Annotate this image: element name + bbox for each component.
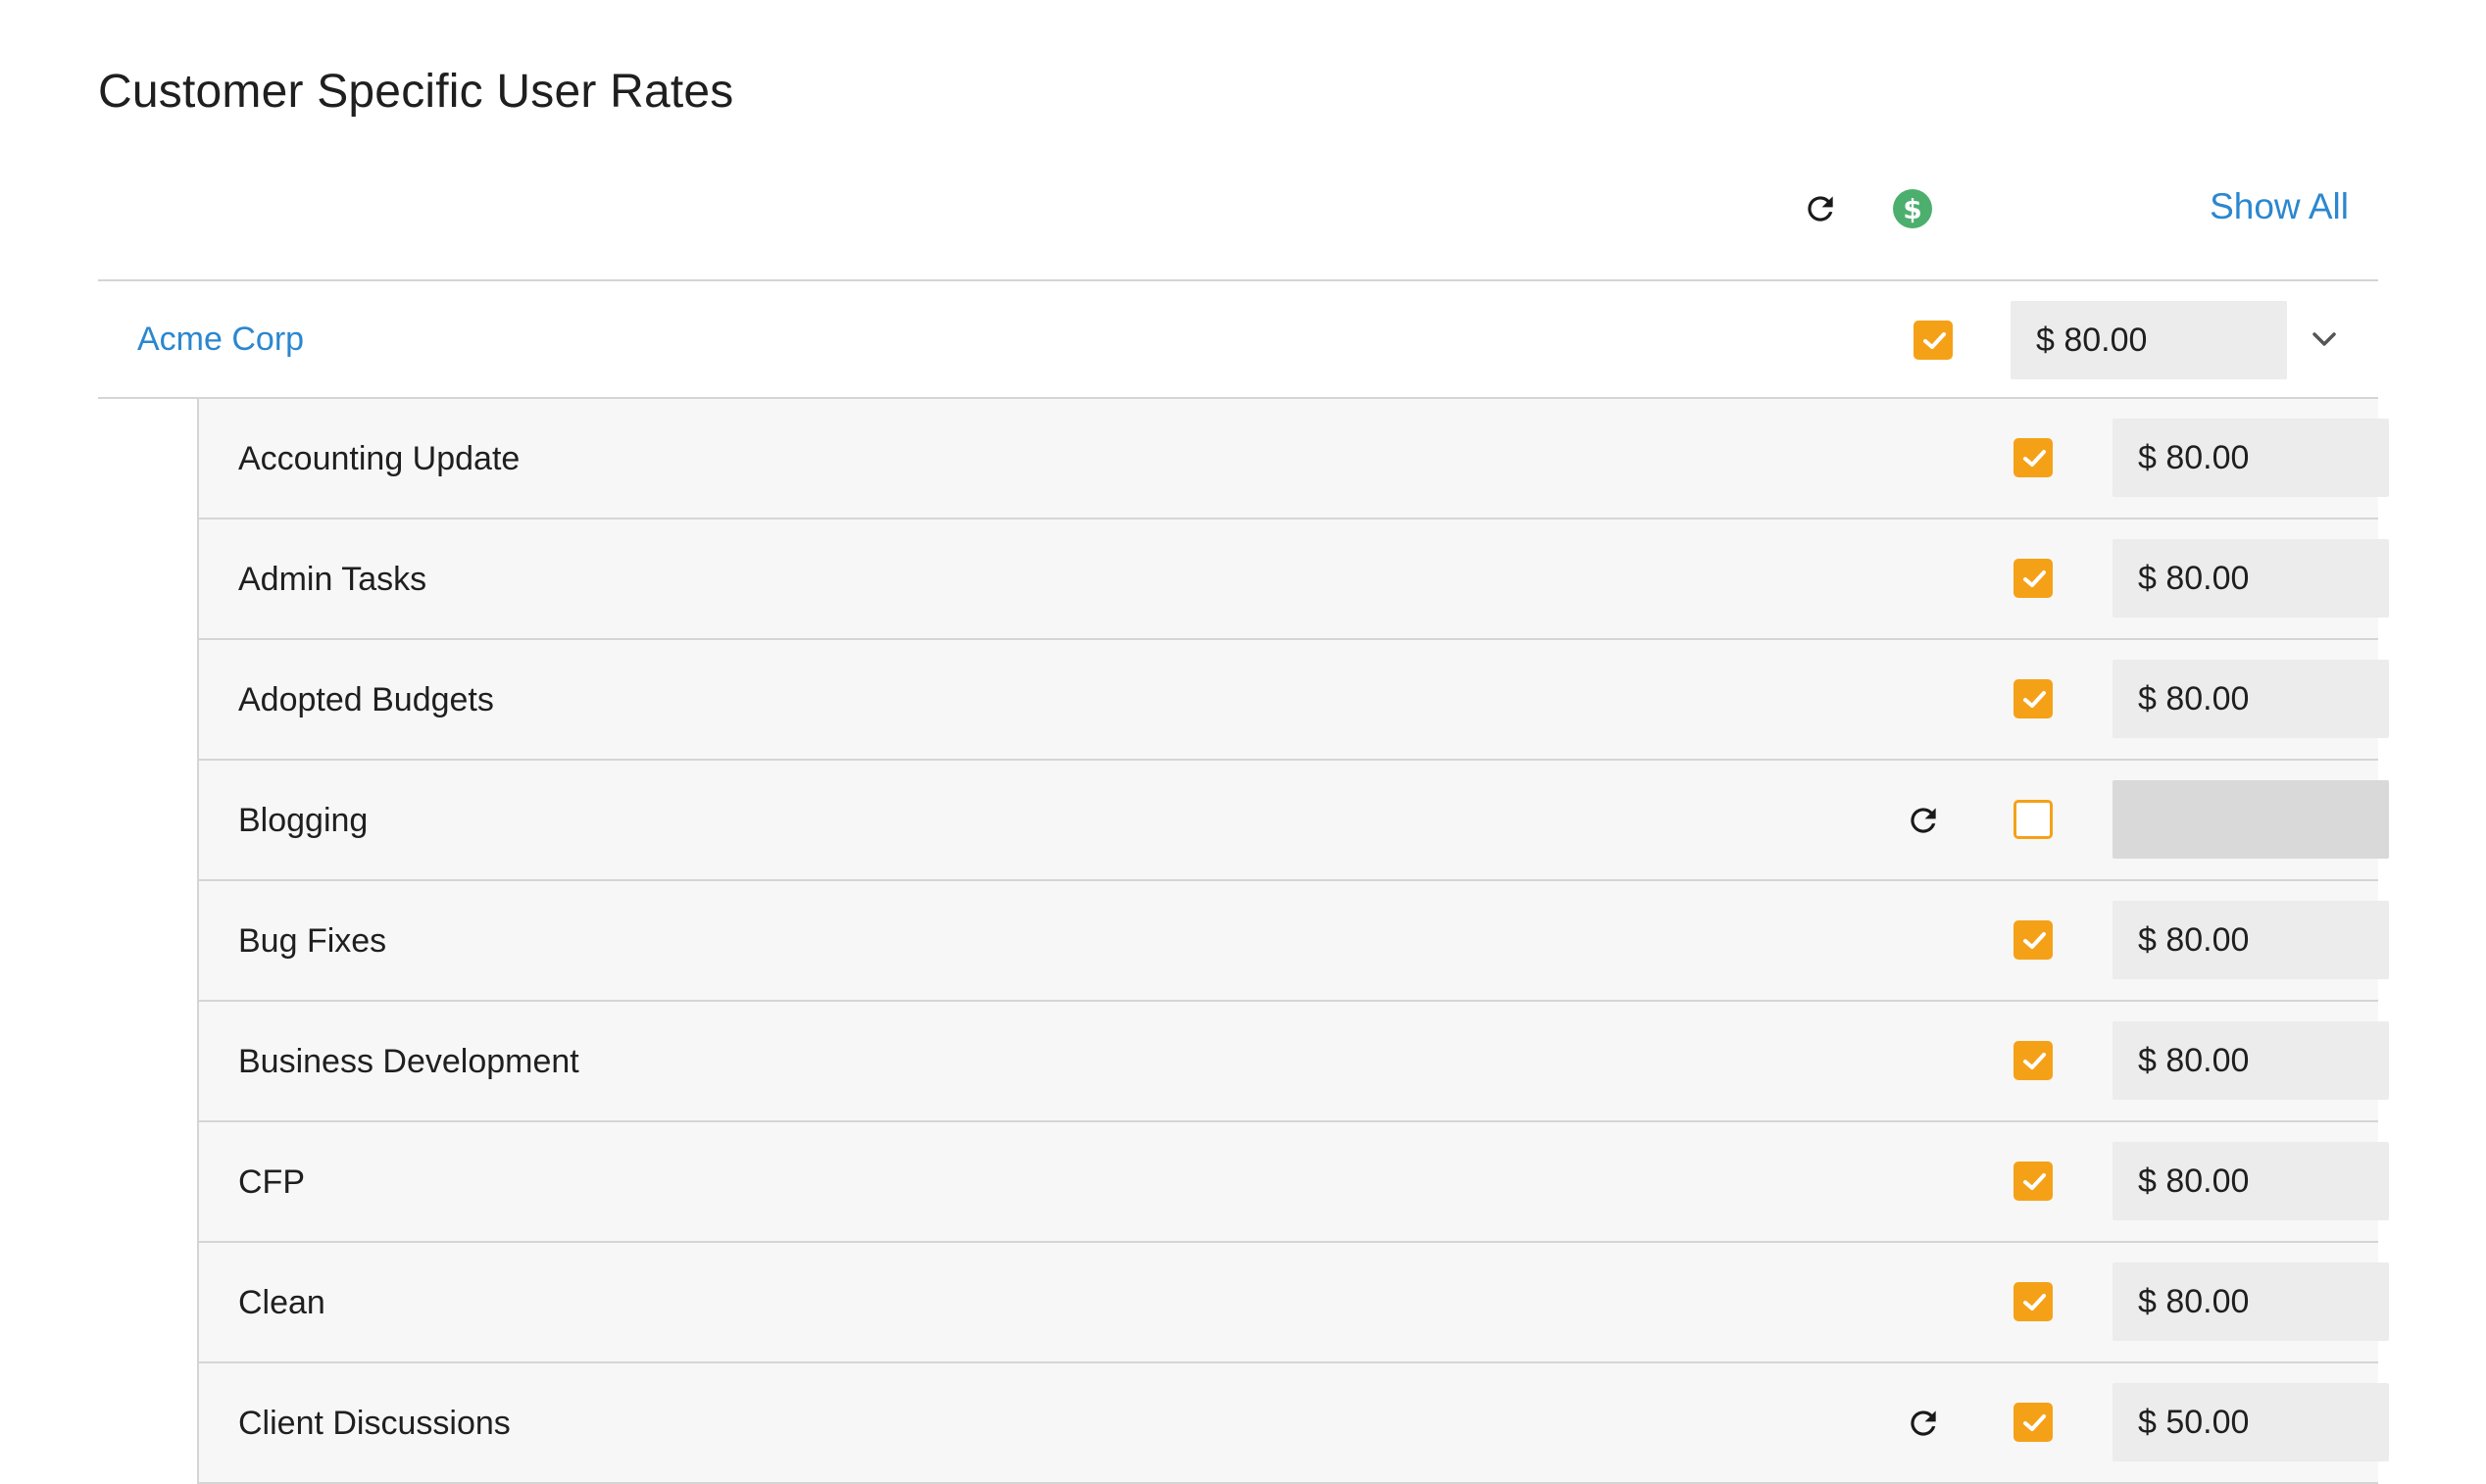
customer-billable-checkbox[interactable] [1914,321,1953,360]
task-row[interactable]: Adopted Budgets $ 80.00 [199,640,2389,761]
task-rate-list: Accounting Update $ 80.00 Admin Tasks $ 80.… [197,399,2389,1484]
check-icon [2023,691,2046,708]
dollar-circle-icon[interactable]: $ [1892,188,1933,229]
task-name: Business Development [238,1043,579,1080]
chevron-down-icon[interactable] [2308,322,2341,356]
task-name: Accounting Update [238,440,521,477]
task-billable-checkbox[interactable] [2014,1041,2053,1080]
task-billable-checkbox[interactable] [2014,1162,2053,1201]
task-row[interactable]: Business Development $ 80.00 [199,1002,2389,1122]
customer-rate-input[interactable]: $ 80.00 [2011,301,2287,379]
svg-text:$: $ [1903,193,1921,225]
check-icon [2023,1294,2046,1311]
check-icon [2023,570,2046,587]
task-row[interactable]: Blogging [199,761,2389,881]
task-rate-input[interactable]: $ 80.00 [2113,419,2389,497]
refresh-icon[interactable] [1905,802,1942,839]
task-rate-input[interactable]: $ 80.00 [2113,1142,2389,1220]
task-rate-input[interactable]: $ 80.00 [2113,660,2389,738]
task-billable-checkbox[interactable] [2014,800,2053,839]
check-icon [2023,450,2046,467]
check-icon [2023,1173,2046,1190]
task-billable-checkbox[interactable] [2014,1403,2053,1442]
task-billable-checkbox[interactable] [2014,920,2053,960]
page-title: Customer Specific User Rates [98,66,734,118]
show-all-link[interactable]: Show All [2210,186,2349,227]
check-icon [2023,932,2046,949]
check-icon [2023,1053,2046,1069]
task-row[interactable]: Clean $ 80.00 [199,1243,2389,1363]
task-name: CFP [238,1163,305,1201]
refresh-icon[interactable] [1802,190,1839,227]
task-name: Client Discussions [238,1405,511,1442]
task-name: Clean [238,1284,325,1321]
task-rate-input[interactable]: $ 80.00 [2113,1262,2389,1341]
task-row[interactable]: Bug Fixes $ 80.00 [199,881,2389,1002]
task-billable-checkbox[interactable] [2014,559,2053,598]
task-name: Adopted Budgets [238,681,494,718]
task-rate-input[interactable]: $ 80.00 [2113,539,2389,618]
column-header-toolbar: $ Show All [98,169,2378,276]
task-billable-checkbox[interactable] [2014,1282,2053,1321]
check-icon [1923,332,1946,349]
task-row[interactable]: Accounting Update $ 80.00 [199,399,2389,519]
task-billable-checkbox[interactable] [2014,679,2053,718]
task-rate-input[interactable]: $ 50.00 [2113,1383,2389,1461]
task-name: Bug Fixes [238,922,387,960]
task-rate-input[interactable]: $ 80.00 [2113,901,2389,979]
refresh-icon[interactable] [1905,1405,1942,1442]
task-rate-input[interactable]: $ 80.00 [2113,1021,2389,1100]
task-row[interactable]: CFP $ 80.00 [199,1122,2389,1243]
check-icon [2023,1414,2046,1431]
customer-name-link[interactable]: Acme Corp [137,321,304,359]
task-name: Admin Tasks [238,561,427,598]
task-row[interactable]: Client Discussions $ 50.00 [199,1363,2389,1484]
task-name: Blogging [238,802,369,839]
task-billable-checkbox[interactable] [2014,438,2053,477]
task-rate-input[interactable] [2113,780,2389,859]
task-row[interactable]: Admin Tasks $ 80.00 [199,519,2389,640]
customer-row[interactable]: Acme Corp $ 80.00 [98,279,2378,399]
